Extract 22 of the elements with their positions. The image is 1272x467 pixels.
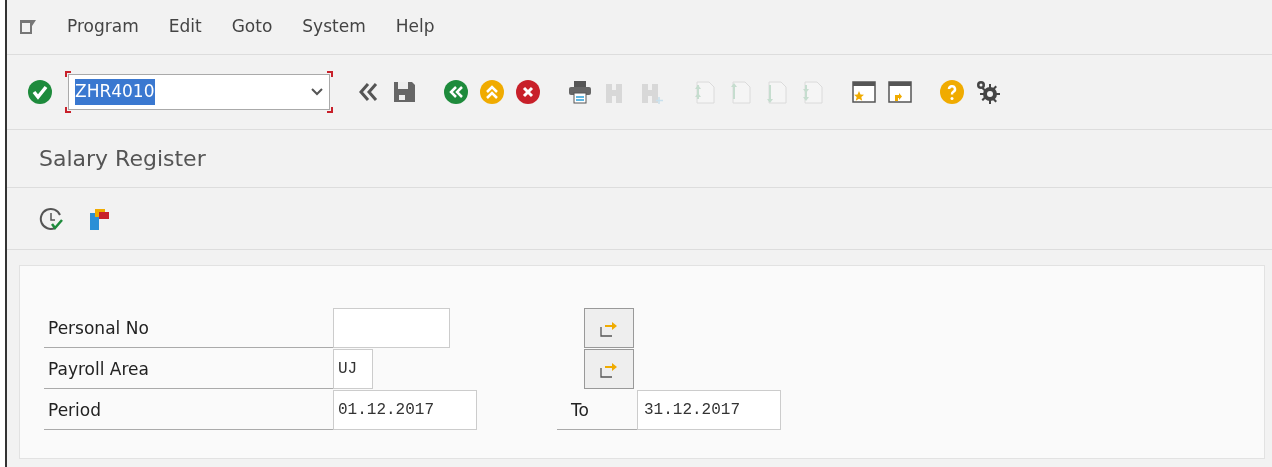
command-field[interactable]: ZHR4010 — [68, 74, 330, 110]
dropdown-caret-icon[interactable] — [311, 88, 323, 96]
cancel-icon[interactable] — [515, 79, 541, 105]
settings-icon[interactable] — [975, 79, 1001, 105]
menu-item[interactable]: System — [302, 14, 366, 40]
printer-icon[interactable] — [567, 79, 593, 105]
input-field[interactable]: 01.12.2017 — [333, 390, 477, 430]
back-icon[interactable] — [443, 79, 469, 105]
screen-title: Salary Register — [39, 145, 206, 173]
input-field[interactable]: UJ — [333, 349, 373, 389]
multiple-selection-button[interactable] — [584, 349, 634, 389]
menu-icon[interactable] — [19, 19, 37, 35]
menu-item[interactable]: Goto — [231, 14, 273, 40]
checkmark-icon[interactable] — [27, 79, 53, 105]
input-field[interactable] — [333, 308, 450, 348]
input-field[interactable]: 31.12.2017 — [637, 390, 781, 430]
multiple-selection-button[interactable] — [584, 308, 634, 348]
clock-check-icon[interactable] — [39, 205, 65, 232]
save-icon[interactable] — [391, 79, 417, 105]
menu-item[interactable]: Program — [67, 14, 139, 40]
menu-item[interactable]: Edit — [168, 14, 202, 40]
menu-item[interactable]: Help — [395, 14, 435, 40]
